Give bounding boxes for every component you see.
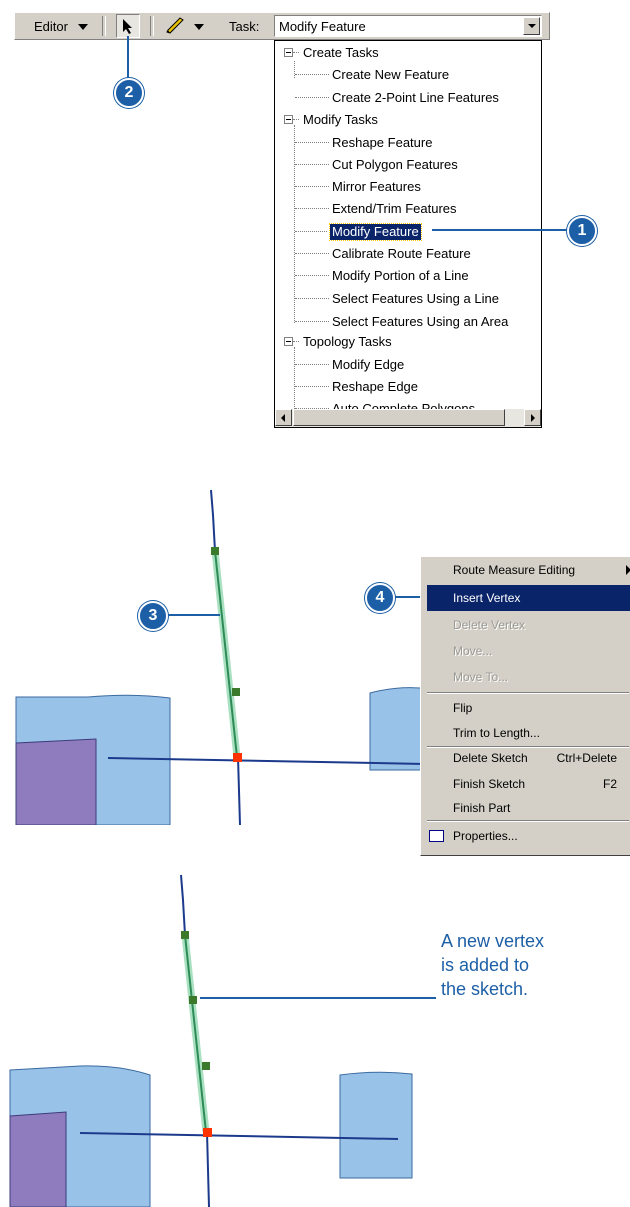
- sketch-context-menu: Route Measure Editing Insert Vertex Dele…: [420, 556, 630, 856]
- callout-1: 1: [567, 216, 597, 246]
- task-item[interactable]: Extend/Trim Features: [332, 201, 457, 217]
- horizontal-scrollbar[interactable]: [275, 409, 541, 427]
- menu-item-label: Finish Part: [453, 801, 511, 815]
- task-item[interactable]: Create New Feature: [332, 67, 449, 83]
- menu-item-move-to: Move To...: [427, 664, 630, 690]
- scrollbar-thumb[interactable]: [293, 409, 505, 426]
- sketch-tool-pencil-icon[interactable]: [164, 17, 186, 35]
- menu-item-finish-sketch[interactable]: Finish Sketch F2: [427, 771, 630, 797]
- annotation-text: A new vertex is added to the sketch.: [441, 929, 544, 1001]
- tree-line: [295, 386, 329, 387]
- menu-item-label: Route Measure Editing: [453, 563, 576, 577]
- collapse-icon[interactable]: [284, 115, 293, 124]
- annotation-line: A new vertex: [441, 931, 545, 951]
- menu-item-label: Flip: [453, 701, 473, 715]
- tree-line: [293, 52, 299, 53]
- menu-item-delete-sketch[interactable]: Delete Sketch Ctrl+Delete: [427, 745, 630, 771]
- task-item[interactable]: Select Features Using an Area: [332, 314, 508, 330]
- menu-item-route-measure-editing[interactable]: Route Measure Editing: [427, 557, 630, 583]
- tree-line: [293, 119, 299, 120]
- tree-line: [295, 364, 329, 365]
- collapse-icon[interactable]: [284, 337, 293, 346]
- tree-line: [295, 253, 329, 254]
- menu-item-label: Trim to Length...: [453, 726, 540, 740]
- task-item[interactable]: Calibrate Route Feature: [332, 246, 471, 262]
- task-item[interactable]: Reshape Feature: [332, 135, 432, 151]
- scroll-right-arrow-icon[interactable]: [524, 409, 541, 426]
- map-view-after[interactable]: [0, 870, 630, 1207]
- callout-leader-line: [127, 36, 129, 82]
- properties-icon: [429, 830, 444, 842]
- menu-item-properties[interactable]: Properties...: [427, 823, 630, 849]
- menu-separator: [427, 692, 629, 694]
- submenu-arrow-icon: [626, 565, 630, 575]
- tree-line: [295, 275, 329, 276]
- task-item[interactable]: Select Features Using a Line: [332, 291, 499, 307]
- menu-item-insert-vertex[interactable]: Insert Vertex: [427, 585, 630, 611]
- menu-item-label: Move...: [453, 644, 493, 658]
- collapse-icon[interactable]: [284, 48, 293, 57]
- tree-line: [295, 164, 329, 165]
- task-list: Create Tasks Create New Feature Create 2…: [274, 40, 542, 428]
- menu-item-label: Insert Vertex: [453, 591, 521, 605]
- tree-line: [295, 321, 329, 322]
- tree-line: [295, 298, 329, 299]
- callout-2: 2: [114, 78, 144, 108]
- task-item[interactable]: Cut Polygon Features: [332, 157, 458, 173]
- menu-item-shortcut: Ctrl+Delete: [556, 751, 617, 765]
- group-create-tasks[interactable]: Create Tasks: [303, 45, 379, 61]
- callout-leader-line: [432, 229, 572, 231]
- tree-line: [293, 341, 299, 342]
- scroll-left-arrow-icon[interactable]: [275, 409, 292, 426]
- callout-3: 3: [138, 601, 168, 631]
- group-topology-tasks[interactable]: Topology Tasks: [303, 334, 392, 350]
- task-dropdown[interactable]: Modify Feature: [274, 15, 542, 37]
- annotation-line: the sketch.: [441, 979, 529, 999]
- tree-line: [295, 97, 329, 98]
- menu-item-move: Move...: [427, 638, 630, 664]
- task-item[interactable]: Reshape Edge: [332, 379, 418, 395]
- task-item-selected[interactable]: Modify Feature: [329, 223, 422, 241]
- tree-line: [294, 347, 295, 409]
- menu-separator: [427, 820, 629, 822]
- task-item[interactable]: Mirror Features: [332, 179, 421, 195]
- tree-line: [295, 231, 327, 232]
- task-item[interactable]: Modify Edge: [332, 357, 404, 373]
- task-dropdown-chevron-down-icon[interactable]: [523, 17, 540, 35]
- task-item[interactable]: Modify Portion of a Line: [332, 268, 469, 284]
- menu-item-label: Move To...: [453, 670, 509, 684]
- menu-item-trim-to-length[interactable]: Trim to Length...: [427, 720, 630, 746]
- tree-line: [295, 208, 329, 209]
- tree-line: [294, 61, 295, 78]
- sketch-tool-chevron-down-icon[interactable]: [194, 24, 204, 30]
- edit-tool-button[interactable]: [116, 14, 140, 38]
- menu-item-flip[interactable]: Flip: [427, 695, 630, 721]
- tree-line: [295, 186, 329, 187]
- toolbar-separator: [150, 16, 154, 36]
- callout-leader-line: [165, 614, 220, 616]
- menu-item-delete-vertex: Delete Vertex: [427, 612, 630, 638]
- tree-line: [295, 74, 329, 75]
- menu-item-label: Delete Sketch: [453, 751, 528, 765]
- annotation-leader-line: [200, 997, 436, 999]
- task-dropdown-value: Modify Feature: [279, 19, 366, 34]
- arrow-pointer-icon: [123, 19, 132, 34]
- menu-item-finish-part[interactable]: Finish Part: [427, 795, 630, 821]
- editor-toolbar: Editor Task: Modify Feature: [0, 0, 630, 40]
- menu-item-label: Delete Vertex: [453, 618, 526, 632]
- annotation-line: is added to: [441, 955, 530, 975]
- menu-item-label: Finish Sketch: [453, 777, 526, 791]
- task-label: Task:: [229, 19, 260, 34]
- tree-line: [295, 142, 329, 143]
- menu-item-shortcut: F2: [602, 777, 617, 791]
- toolbar-separator: [102, 16, 106, 36]
- editor-menu[interactable]: Editor: [34, 19, 68, 34]
- map-canvas[interactable]: [0, 870, 630, 1207]
- callout-4: 4: [365, 583, 395, 613]
- editor-chevron-down-icon[interactable]: [78, 24, 88, 30]
- group-modify-tasks[interactable]: Modify Tasks: [303, 112, 378, 128]
- menu-item-label: Properties...: [453, 829, 518, 843]
- task-item[interactable]: Create 2-Point Line Features: [332, 90, 499, 106]
- tree-line: [294, 125, 295, 323]
